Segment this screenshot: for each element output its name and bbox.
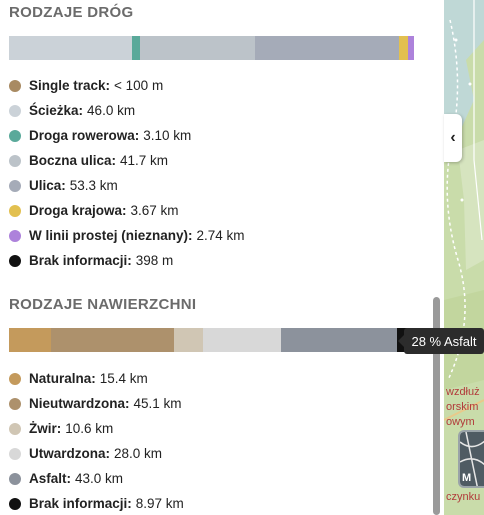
legend-color-dot — [9, 79, 21, 92]
legend-color-dot — [9, 104, 21, 117]
surface-types-legend: Naturalna: 15.4 km Nieutwardzona: 45.1 km Żw… — [9, 366, 184, 515]
surface-type-legend-item: Brak informacji: 8.97 km — [9, 491, 184, 515]
surface-type-legend-item: Asfalt: 43.0 km — [9, 466, 184, 491]
legend-item-value: 3.10 km — [143, 128, 192, 143]
legend-item-value: 2.74 km — [196, 228, 245, 243]
road-types-bar[interactable] — [9, 36, 414, 60]
legend-color-dot — [9, 372, 21, 385]
legend-color-dot — [9, 397, 21, 410]
road-types-legend: Single track: < 100 m Ścieżka: 46.0 km Droga… — [9, 73, 245, 273]
legend-color-dot — [9, 129, 21, 142]
legend-item-value: 398 m — [135, 253, 174, 268]
legend-item-name: Brak informacji: — [29, 253, 132, 268]
legend-color-dot — [9, 472, 21, 485]
legend-color-dot — [9, 154, 21, 167]
collapse-panel-button[interactable]: ‹ — [444, 114, 462, 162]
map-label-1: wzdłuż — [446, 386, 480, 398]
legend-item-name: Asfalt: — [29, 471, 72, 486]
legend-item-value: 3.67 km — [130, 203, 179, 218]
surface-type-legend-item: Nieutwardzona: 45.1 km — [9, 391, 184, 416]
road-types-title: RODZAJE DRÓG — [9, 4, 134, 21]
legend-item-name: Droga krajowa: — [29, 203, 127, 218]
legend-item-name: Boczna ulica: — [29, 153, 117, 168]
elevation-stats-panel: RODZAJE DRÓG Single track: < 100 m Ścieżka… — [0, 0, 432, 515]
legend-item-value: 41.7 km — [120, 153, 169, 168]
legend-item-name: Brak informacji: — [29, 496, 132, 511]
legend-color-dot — [9, 254, 21, 267]
road-type-legend-item: Ścieżka: 46.0 km — [9, 98, 245, 123]
road-type-legend-item: Droga rowerowa: 3.10 km — [9, 123, 245, 148]
road-type-legend-item: Droga krajowa: 3.67 km — [9, 198, 245, 223]
legend-color-dot — [9, 179, 21, 192]
surface-type-legend-item: Naturalna: 15.4 km — [9, 366, 184, 391]
road-type-segment[interactable] — [9, 36, 132, 60]
legend-item-value: 28.0 km — [114, 446, 163, 461]
legend-item-name: Naturalna: — [29, 371, 96, 386]
map-button-label: M — [462, 472, 472, 484]
legend-item-value: 53.3 km — [69, 178, 118, 193]
surface-types-title: RODZAJE NAWIERZCHNI — [9, 296, 197, 313]
surface-type-legend-item: Utwardzona: 28.0 km — [9, 441, 184, 466]
map-label-4: czynku — [446, 491, 481, 503]
surface-bar-tooltip: 28 % Asfalt — [398, 328, 484, 354]
surface-type-segment[interactable] — [50, 328, 175, 352]
legend-item-value: 43.0 km — [75, 471, 124, 486]
legend-item-value: 8.97 km — [135, 496, 184, 511]
surface-types-bar[interactable] — [9, 328, 414, 352]
road-type-legend-item: Boczna ulica: 41.7 km — [9, 148, 245, 173]
legend-item-name: Utwardzona: — [29, 446, 110, 461]
road-type-legend-item: W linii prostej (nieznany): 2.74 km — [9, 223, 245, 248]
surface-type-legend-item: Żwir: 10.6 km — [9, 416, 184, 441]
map-layer-button[interactable]: M — [458, 430, 484, 488]
legend-item-value: 15.4 km — [99, 371, 148, 386]
road-type-segment[interactable] — [399, 36, 408, 60]
road-type-segment[interactable] — [407, 36, 414, 60]
legend-color-dot — [9, 497, 21, 510]
legend-item-value: 46.0 km — [87, 103, 136, 118]
legend-item-value: < 100 m — [114, 78, 164, 93]
map-label-3: owym — [446, 416, 475, 428]
chevron-left-icon: ‹ — [450, 129, 456, 146]
surface-type-segment[interactable] — [174, 328, 203, 352]
surface-type-segment[interactable] — [202, 328, 282, 352]
surface-type-segment[interactable] — [9, 328, 51, 352]
legend-color-dot — [9, 422, 21, 435]
legend-item-value: 45.1 km — [133, 396, 182, 411]
legend-item-value: 10.6 km — [65, 421, 114, 436]
road-type-segment[interactable] — [139, 36, 255, 60]
legend-color-dot — [9, 204, 21, 217]
map-label-2: orskim — [446, 401, 479, 413]
legend-item-name: W linii prostej (nieznany): — [29, 228, 193, 243]
legend-item-name: Ścieżka: — [29, 103, 84, 118]
road-type-segment[interactable] — [254, 36, 400, 60]
road-type-legend-item: Single track: < 100 m — [9, 73, 245, 98]
legend-item-name: Single track: — [29, 78, 111, 93]
legend-color-dot — [9, 229, 21, 242]
legend-item-name: Nieutwardzona: — [29, 396, 130, 411]
legend-item-name: Żwir: — [29, 421, 62, 436]
road-type-segment[interactable] — [131, 36, 140, 60]
legend-item-name: Droga rowerowa: — [29, 128, 140, 143]
surface-type-segment[interactable] — [281, 328, 397, 352]
road-type-legend-item: Ulica: 53.3 km — [9, 173, 245, 198]
legend-color-dot — [9, 447, 21, 460]
legend-item-name: Ulica: — [29, 178, 66, 193]
road-type-legend-item: Brak informacji: 398 m — [9, 248, 245, 273]
